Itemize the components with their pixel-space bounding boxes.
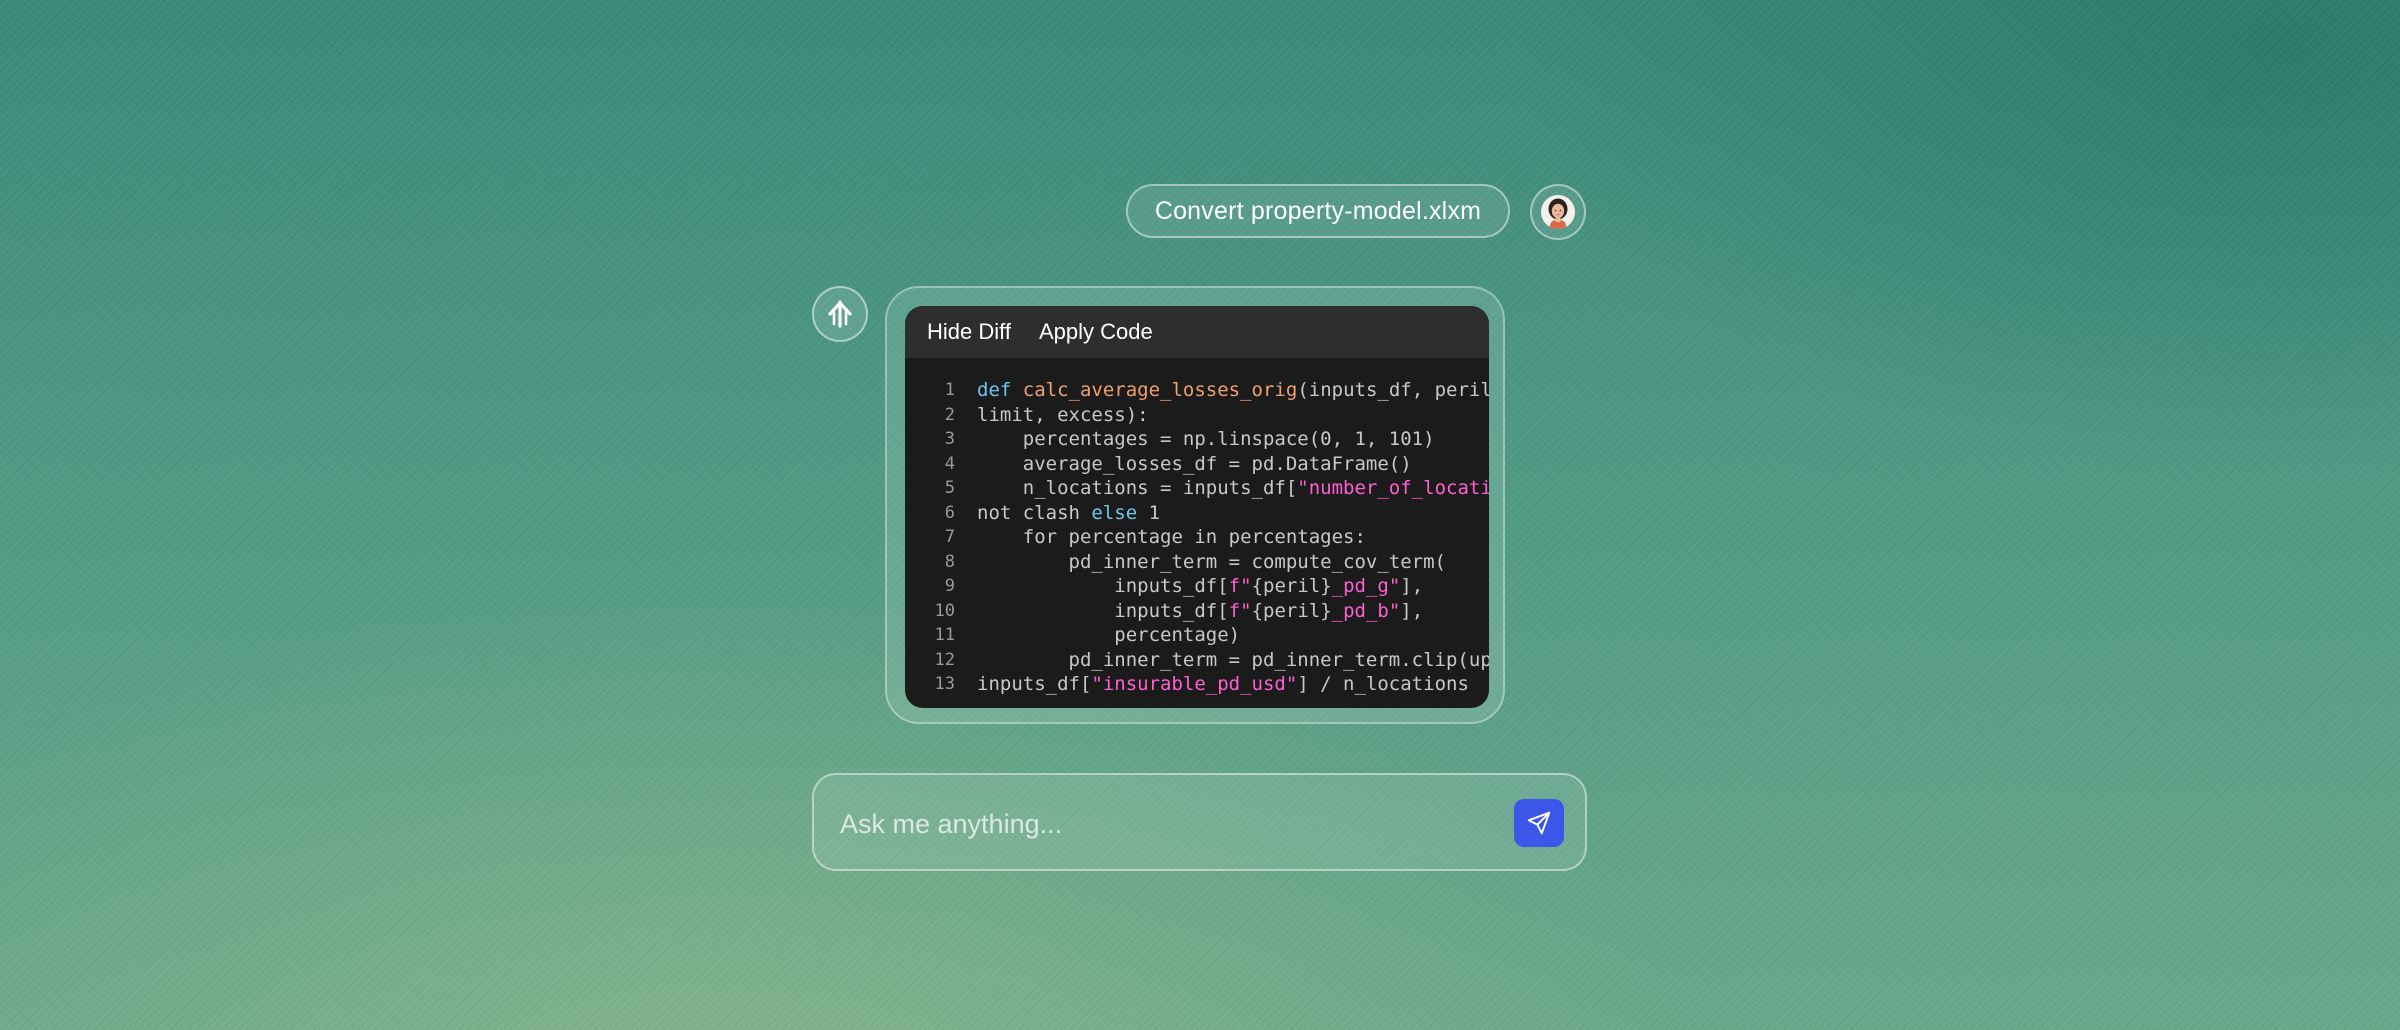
code-token: ] / n_locations: [1297, 673, 1469, 695]
code-token: calc_average_losses_orig: [1022, 379, 1298, 401]
code-text: inputs_df[f"{peril}_pd_b"],: [977, 599, 1423, 624]
line-number: 7: [944, 527, 955, 547]
user-avatar-icon: [1541, 195, 1575, 229]
line-number: 13: [934, 674, 955, 694]
send-icon: [1527, 811, 1551, 835]
code-token: inputs_df[: [977, 673, 1092, 695]
code-token: not clash: [977, 501, 1092, 524]
code-text: average_losses_df = pd.DataFrame(): [977, 452, 1412, 477]
code-token: n_locations = inputs_df[: [977, 477, 1298, 499]
code-text: pd_inner_term = compute_cov_term(: [977, 550, 1447, 575]
assistant-avatar: [812, 286, 868, 342]
code-token: def: [977, 379, 1023, 401]
code-line: 8 pd_inner_term = compute_cov_term(: [905, 550, 1489, 575]
line-number: 8: [944, 551, 955, 572]
code-line: 6 not clash else 1: [905, 501, 1489, 526]
code-token: for percentage in percentages:: [977, 526, 1366, 548]
user-avatar[interactable]: [1530, 184, 1586, 240]
user-message-text: Convert property-model.xlxm: [1154, 196, 1482, 225]
code-token: percentage): [977, 624, 1241, 646]
user-message-bubble: Convert property-model.xlxm: [1126, 184, 1510, 238]
apply-code-button[interactable]: Apply Code: [1039, 319, 1153, 345]
line-number: 3: [944, 429, 955, 449]
code-text: for percentage in percentages:: [977, 525, 1366, 550]
line-number: 12: [934, 649, 955, 670]
code-line: 3 percentages = np.linspace(0, 1, 101): [905, 427, 1489, 452]
code-token: inputs_df[: [977, 599, 1229, 622]
code-token: ],: [1400, 599, 1424, 622]
code-token: pd_inner_term = compute_cov_term(: [977, 550, 1447, 573]
code-token: limit, excess):: [977, 403, 1149, 426]
code-token: percentages = np.linspace(0, 1, 101): [977, 428, 1435, 450]
code-toolbar: Hide Diff Apply Code: [905, 306, 1489, 358]
code-token: else: [1091, 501, 1138, 524]
code-token: "insurable_pd_usd": [1091, 673, 1298, 695]
code-text: inputs_df["insurable_pd_usd"] / n_locati…: [977, 672, 1469, 697]
assistant-logo-icon: [828, 300, 852, 328]
code-token: ],: [1400, 575, 1424, 597]
line-number: 2: [944, 404, 955, 425]
code-token: f": [1228, 575, 1252, 597]
code-token: (inputs_df, peril, clash,: [1297, 379, 1489, 401]
code-line: 7 for percentage in percentages:: [905, 525, 1489, 550]
code-text: percentages = np.linspace(0, 1, 101): [977, 427, 1435, 452]
code-panel: Hide Diff Apply Code 1 def calc_average_l…: [905, 306, 1489, 708]
code-line: 1 def calc_average_losses_orig(inputs_df,…: [905, 378, 1489, 403]
code-token: inputs_df[: [977, 575, 1229, 597]
code-token: average_losses_df = pd.DataFrame(): [977, 452, 1412, 475]
hide-diff-button[interactable]: Hide Diff: [927, 319, 1011, 345]
code-line: 11 percentage): [905, 623, 1489, 648]
code-token: _pd_g": [1331, 575, 1401, 597]
code-text: percentage): [977, 623, 1240, 648]
code-line: 10 inputs_df[f"{peril}_pd_b"],: [905, 599, 1489, 624]
code-token: {peril}: [1251, 575, 1332, 597]
line-number: 11: [934, 625, 955, 645]
code-token: pd_inner_term = pd_inner_term.clip(upper…: [977, 648, 1490, 671]
code-line: 13 inputs_df["insurable_pd_usd"] / n_loca…: [905, 672, 1489, 697]
code-line: 5 n_locations = inputs_df["number_of_loc…: [905, 476, 1489, 501]
code-token: _pd_b": [1331, 599, 1401, 622]
code-text: n_locations = inputs_df["number_of_locat…: [977, 476, 1489, 501]
code-token: {peril}: [1251, 599, 1332, 622]
code-editor[interactable]: 1 def calc_average_losses_orig(inputs_df,…: [905, 358, 1489, 697]
code-line: 2 limit, excess):: [905, 403, 1489, 428]
line-number: 4: [944, 453, 955, 474]
code-token: 1: [1137, 501, 1161, 524]
line-number: 6: [944, 502, 955, 523]
ask-input[interactable]: [838, 795, 1482, 853]
line-number: 1: [944, 380, 955, 400]
line-number: 9: [944, 576, 955, 596]
line-number: 5: [944, 478, 955, 498]
chat-composer: [812, 773, 1587, 871]
code-text: def calc_average_losses_orig(inputs_df, …: [977, 378, 1489, 403]
code-text: inputs_df[f"{peril}_pd_g"],: [977, 574, 1423, 599]
code-token: "number_of_locations": [1297, 477, 1489, 499]
code-text: limit, excess):: [977, 403, 1149, 428]
send-button[interactable]: [1514, 799, 1564, 847]
code-text: pd_inner_term = pd_inner_term.clip(upper…: [977, 648, 1490, 673]
code-line: 12 pd_inner_term = pd_inner_term.clip(up…: [905, 648, 1489, 673]
assistant-code-card: Hide Diff Apply Code 1 def calc_average_l…: [885, 286, 1505, 724]
code-token: f": [1228, 599, 1252, 622]
code-line: 9 inputs_df[f"{peril}_pd_g"],: [905, 574, 1489, 599]
code-line: 4 average_losses_df = pd.DataFrame(): [905, 452, 1489, 477]
line-number: 10: [934, 600, 955, 621]
code-text: not clash else 1: [977, 501, 1160, 526]
